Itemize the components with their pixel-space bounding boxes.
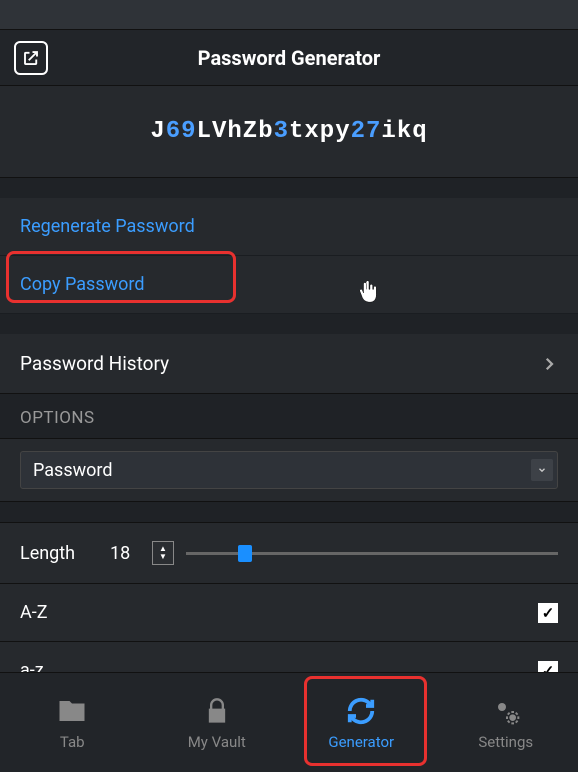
slider-thumb[interactable] bbox=[238, 545, 252, 562]
window-titlebar bbox=[0, 0, 578, 30]
nav-tab[interactable]: Tab bbox=[0, 673, 145, 772]
refresh-icon bbox=[345, 695, 377, 727]
options-section-label: OPTIONS bbox=[0, 394, 578, 438]
password-type-select[interactable]: Password bbox=[20, 451, 558, 489]
nav-settings[interactable]: Settings bbox=[434, 673, 578, 772]
length-value: 18 bbox=[110, 543, 152, 564]
password-type-value: Password bbox=[33, 460, 113, 481]
lowercase-label: a-z bbox=[20, 660, 44, 672]
chevron-down-icon bbox=[531, 459, 553, 481]
regenerate-button[interactable]: Regenerate Password bbox=[0, 198, 578, 256]
uppercase-label: A-Z bbox=[20, 602, 48, 623]
header: Password Generator bbox=[0, 30, 578, 86]
nav-generator[interactable]: Generator bbox=[289, 673, 434, 772]
slider-track bbox=[186, 552, 558, 555]
password-history-button[interactable]: Password History bbox=[0, 334, 578, 394]
content-scroll[interactable]: J69LVhZb3txpy27ikq Regenerate Password C… bbox=[0, 86, 578, 672]
length-slider[interactable] bbox=[186, 543, 558, 563]
nav-settings-label: Settings bbox=[478, 733, 533, 751]
nav-generator-label: Generator bbox=[328, 733, 394, 751]
password-history-label: Password History bbox=[20, 352, 169, 375]
page-title: Password Generator bbox=[14, 46, 564, 70]
length-stepper[interactable]: ▲ ▼ bbox=[152, 541, 174, 565]
uppercase-checkbox[interactable]: ✓ bbox=[538, 603, 558, 623]
bottom-nav: Tab My Vault Generator Settings bbox=[0, 672, 578, 772]
gears-icon bbox=[490, 695, 522, 727]
nav-tab-label: Tab bbox=[60, 733, 85, 751]
generated-password: J69LVhZb3txpy27ikq bbox=[0, 86, 578, 178]
nav-vault-label: My Vault bbox=[188, 733, 246, 751]
lowercase-checkbox[interactable]: ✓ bbox=[538, 661, 558, 673]
chevron-right-icon bbox=[540, 355, 558, 373]
length-label: Length bbox=[20, 543, 110, 564]
copy-password-button[interactable]: Copy Password bbox=[0, 256, 578, 314]
stepper-down-icon: ▼ bbox=[159, 553, 167, 561]
lock-icon bbox=[201, 695, 233, 727]
length-row: Length 18 ▲ ▼ bbox=[0, 522, 578, 583]
copy-password-label: Copy Password bbox=[20, 274, 144, 295]
password-type-row: Password bbox=[0, 438, 578, 502]
uppercase-row: A-Z ✓ bbox=[0, 583, 578, 641]
lowercase-row: a-z ✓ bbox=[0, 641, 578, 672]
folder-icon bbox=[56, 695, 88, 727]
nav-vault[interactable]: My Vault bbox=[145, 673, 290, 772]
